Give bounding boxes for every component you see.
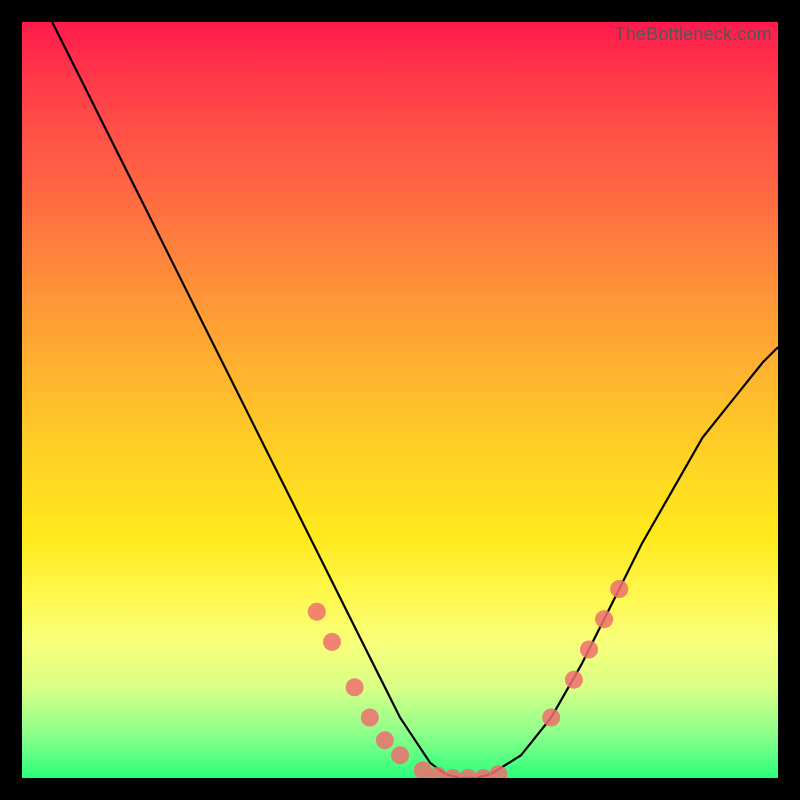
- chart-frame: TheBottleneck.com: [22, 22, 778, 778]
- chart-svg: [22, 22, 778, 778]
- curve-marker: [610, 580, 628, 598]
- curve-marker: [565, 671, 583, 689]
- bottleneck-curve: [52, 22, 778, 778]
- curve-marker: [346, 678, 364, 696]
- curve-marker: [580, 641, 598, 659]
- curve-marker: [323, 633, 341, 651]
- curve-marker: [595, 610, 613, 628]
- curve-marker: [489, 765, 507, 778]
- curve-marker: [459, 769, 477, 778]
- curve-marker: [361, 709, 379, 727]
- watermark-text: TheBottleneck.com: [615, 24, 772, 45]
- curve-marker: [391, 746, 409, 764]
- curve-marker: [308, 603, 326, 621]
- curve-marker: [542, 709, 560, 727]
- curve-marker: [376, 731, 394, 749]
- curve-markers: [308, 580, 628, 778]
